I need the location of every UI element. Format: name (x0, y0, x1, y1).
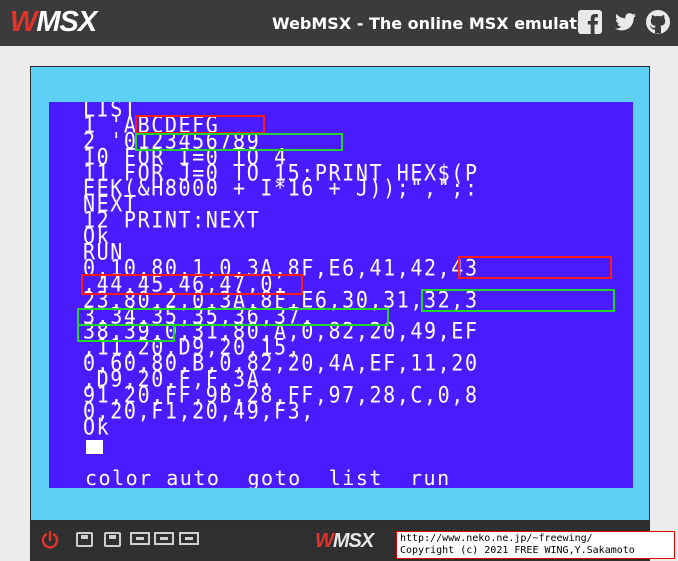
toolbar-logo: WMSX (315, 530, 374, 552)
webmsx-logo[interactable]: WMSX (10, 7, 97, 37)
screen-line: 0,20,F1,20,49,F3, (83, 397, 315, 425)
twitter-icon[interactable] (612, 9, 638, 35)
msx-screen[interactable]: LIST 1 'ABCDEFG 2 '0123456789 10 FOR I=0 TO… (49, 102, 633, 488)
facebook-icon[interactable] (577, 9, 603, 35)
copyright-box: http://www.neko.ne.jp/~freewing/ Copyrig… (396, 531, 675, 559)
highlight-box-abcdefg (135, 115, 265, 134)
function-key-bar: color auto goto list run (85, 466, 451, 488)
highlight-box-digits (135, 133, 343, 151)
disk-a-icon[interactable] (76, 532, 93, 547)
page-title: WebMSX - The online MSX emulator (272, 14, 596, 33)
copyright-text: Copyright (c) 2021 FREE WING,Y.Sakamoto (400, 545, 635, 556)
text-cursor (86, 440, 103, 454)
disk-b-icon[interactable] (104, 532, 121, 547)
highlight-box-hex-38-39 (77, 324, 175, 342)
screen-text: LIST 1 'ABCDEFG 2 '0123456789 10 FOR I=0 TO… (83, 102, 479, 440)
highlight-box-hex-44-47 (81, 274, 303, 295)
app-header: WMSX WebMSX - The online MSX emulator (0, 0, 678, 46)
highlight-box-hex-30-33 (421, 289, 615, 312)
screen-line: Ok (83, 413, 111, 440)
cartridge-2-icon[interactable] (154, 532, 174, 545)
copyright-url: http://www.neko.ne.jp/~freewing/ (400, 533, 593, 544)
highlight-box-hex-41-43 (458, 256, 612, 279)
screen-line: Ok (83, 222, 111, 250)
github-icon[interactable] (645, 9, 671, 35)
power-icon[interactable] (40, 530, 60, 550)
tape-icon[interactable] (179, 532, 199, 545)
cartridge-1-icon[interactable] (130, 532, 150, 545)
